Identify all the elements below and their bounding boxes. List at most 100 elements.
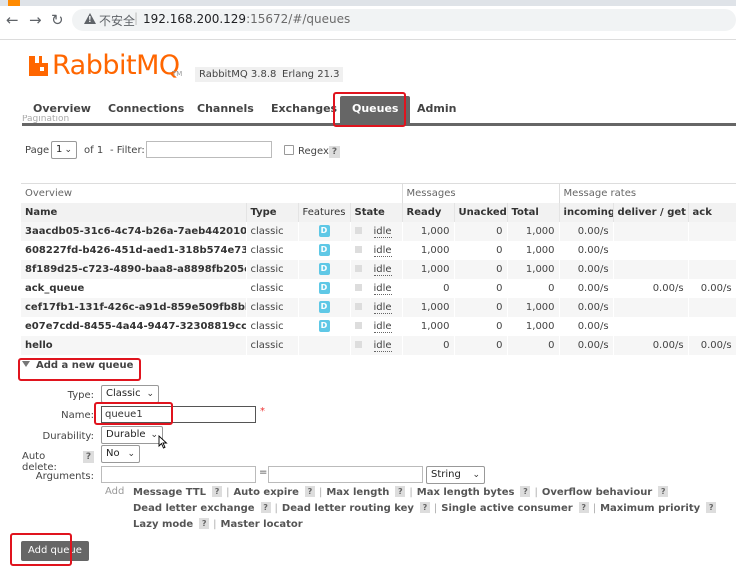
browser-tabstrip <box>0 0 736 6</box>
queue-name-link[interactable]: cef17fb1-131f-426c-a91d-859e509fb8bb <box>25 302 245 313</box>
cell-name: 608227fd-b426-451d-aed1-318b574e7385 <box>21 240 247 260</box>
chevron-down-icon: ⌄ <box>146 389 154 399</box>
queue-name-link[interactable]: hello <box>25 340 53 351</box>
url-separator: | <box>134 11 139 25</box>
arg-max-length[interactable]: Max length <box>326 487 389 498</box>
cell-incoming: 0.00/s <box>559 240 614 260</box>
queue-name-link[interactable]: 608227fd-b426-451d-aed1-318b574e7385 <box>25 245 245 256</box>
table-row: 608227fd-b426-451d-aed1-318b574e7385 clas… <box>21 240 736 260</box>
cell-deliver <box>613 297 689 317</box>
queue-name-link[interactable]: e07e7cdd-8455-4a44-9447-32308819cc47 <box>25 321 245 332</box>
help-icon[interactable]: ? <box>260 502 271 513</box>
queue-name-link[interactable]: ack_queue <box>25 283 84 294</box>
table-row: cef17fb1-131f-426c-a91d-859e509fb8bb clas… <box>21 297 736 317</box>
cell-type: classic <box>246 278 299 298</box>
col-deliver-get[interactable]: deliver / get <box>613 202 689 222</box>
durable-badge: D <box>318 282 330 294</box>
cell-ack <box>688 259 736 279</box>
highlight-queues-tab <box>333 92 406 127</box>
arg-max-length-bytes[interactable]: Max length bytes <box>417 487 515 498</box>
help-icon[interactable]: ? <box>395 486 406 497</box>
cell-total: 0 <box>507 335 560 355</box>
url-text[interactable]: 192.168.200.129:15672/#/queues <box>143 12 350 26</box>
help-icon[interactable]: ? <box>706 502 717 513</box>
state-indicator-icon <box>354 265 362 272</box>
queue-name-link[interactable]: 8f189d25-c723-4890-baa8-a8898fb205e3 <box>25 264 245 275</box>
security-label: 不安全 <box>99 14 136 28</box>
argument-type-select[interactable]: String ⌄ <box>426 466 485 484</box>
arg-maximum-priority[interactable]: Maximum priority <box>600 503 700 514</box>
logo-text: RabbitMQ <box>52 50 180 81</box>
help-icon[interactable]: ? <box>578 502 589 513</box>
table-row: 3aacdb05-31c6-4c74-b26a-7aeb442010c3 clas… <box>21 221 736 241</box>
help-icon[interactable]: ? <box>658 486 669 497</box>
col-ready[interactable]: Ready <box>402 202 455 222</box>
state-indicator-icon <box>354 341 362 348</box>
cell-ready: 0 <box>402 278 455 298</box>
help-icon[interactable]: ? <box>304 486 315 497</box>
help-icon[interactable]: ? <box>419 502 430 513</box>
arg-overflow-behaviour[interactable]: Overflow behaviour <box>542 487 652 498</box>
arg-lazy-mode[interactable]: Lazy mode <box>133 519 193 530</box>
tab-exchanges[interactable]: Exchanges <box>271 96 337 122</box>
type-label: Type: <box>67 390 94 401</box>
chevron-down-icon: ⌄ <box>127 449 135 459</box>
durability-select[interactable]: Durable ⌄ <box>101 426 163 444</box>
cell-deliver <box>613 221 689 241</box>
reload-icon[interactable]: ↻ <box>51 12 64 28</box>
state-indicator-icon <box>354 246 362 253</box>
arg-dead-letter-routing-key[interactable]: Dead letter routing key <box>282 503 414 514</box>
help-icon[interactable]: ? <box>212 486 223 497</box>
cell-total: 0 <box>507 278 560 298</box>
tab-connections[interactable]: Connections <box>108 96 184 122</box>
tab-channels[interactable]: Channels <box>197 96 254 122</box>
help-icon[interactable]: ? <box>520 486 531 497</box>
tab-admin[interactable]: Admin <box>417 96 456 122</box>
argument-value-input[interactable] <box>268 466 423 483</box>
highlight-add-button <box>10 533 72 566</box>
type-select[interactable]: Classic ⌄ <box>101 385 159 403</box>
add-queue-title: Add a new queue <box>36 360 134 371</box>
cell-ready: 1,000 <box>402 259 455 279</box>
cell-type: classic <box>246 240 299 260</box>
filter-input[interactable] <box>146 141 272 158</box>
argument-key-input[interactable] <box>101 466 256 483</box>
state-text: idle <box>373 320 392 333</box>
col-total[interactable]: Total <box>507 202 560 222</box>
auto-delete-select[interactable]: No ⌄ <box>101 445 140 463</box>
auto-delete-help-icon[interactable]: ? <box>83 451 94 463</box>
arg-master-locator[interactable]: Master locator <box>221 519 303 530</box>
cell-total: 1,000 <box>507 259 560 279</box>
back-arrow-icon[interactable]: ← <box>6 12 19 28</box>
regex-checkbox[interactable] <box>284 145 294 155</box>
cell-ack: 0.00/s <box>688 278 736 298</box>
col-incoming[interactable]: incoming <box>559 202 614 222</box>
page-of-label: of 1 <box>84 145 104 156</box>
col-name[interactable]: Name <box>21 202 247 222</box>
cell-type: classic <box>246 297 299 317</box>
add-argument-link[interactable]: Add <box>105 486 124 497</box>
help-icon[interactable]: ? <box>199 518 210 529</box>
queue-name-link[interactable]: 3aacdb05-31c6-4c74-b26a-7aeb442010c3 <box>25 226 245 237</box>
add-queue-section-toggle[interactable]: Add a new queue <box>22 360 133 371</box>
cell-name: hello <box>21 335 247 355</box>
regex-help-icon[interactable]: ? <box>329 146 340 158</box>
arg-single-active-consumer[interactable]: Single active consumer <box>441 503 572 514</box>
state-text: idle <box>373 244 392 257</box>
col-unacked[interactable]: Unacked <box>454 202 508 222</box>
state-text: idle <box>373 282 392 295</box>
col-features[interactable]: Features <box>298 202 351 222</box>
arg-dead-letter-exchange[interactable]: Dead letter exchange <box>133 503 255 514</box>
cell-total: 1,000 <box>507 221 560 241</box>
group-messages: Messages <box>402 183 560 203</box>
arg-auto-expire[interactable]: Auto expire <box>233 487 299 498</box>
page-select[interactable]: 1 ⌄ <box>51 141 77 159</box>
col-ack[interactable]: ack <box>688 202 736 222</box>
state-indicator-icon <box>354 322 362 329</box>
cell-ready: 1,000 <box>402 316 455 336</box>
cell-ack <box>688 316 736 336</box>
col-type[interactable]: Type <box>246 202 299 222</box>
col-state[interactable]: State <box>350 202 403 222</box>
forward-arrow-icon[interactable]: → <box>29 12 42 28</box>
arg-message-ttl[interactable]: Message TTL <box>133 487 206 498</box>
